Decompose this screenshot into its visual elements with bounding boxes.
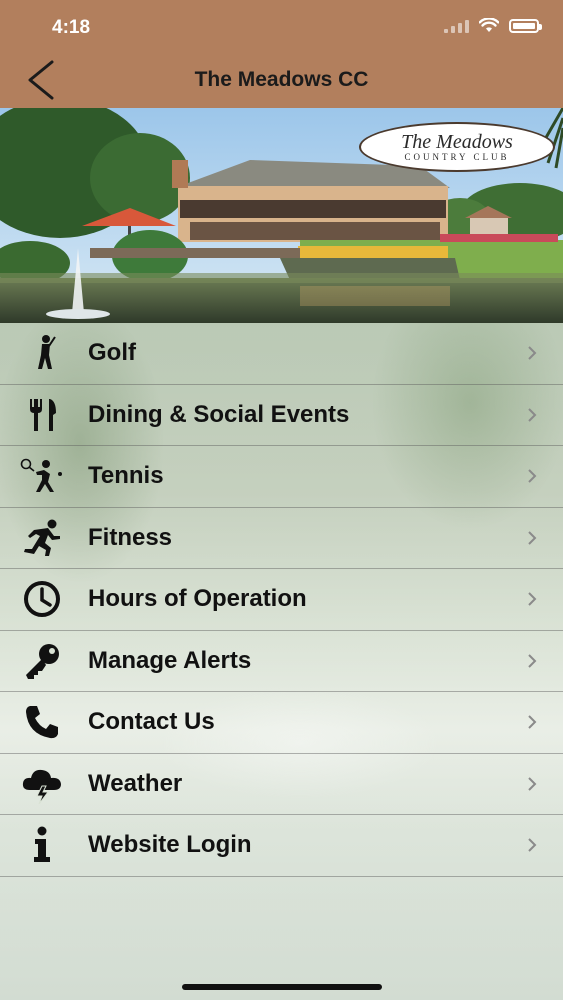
chevron-right-icon [528,654,537,668]
chevron-right-icon [528,838,537,852]
storm-cloud-icon [18,760,66,808]
menu-item-fitness[interactable]: Fitness [0,508,563,569]
wifi-icon [479,18,499,32]
info-icon [18,821,66,869]
clubhouse-photo: The Meadows COUNTRY CLUB [0,108,563,323]
menu-item-label: Golf [88,339,136,367]
menu-item-label: Dining & Social Events [88,400,350,428]
menu-item-hours[interactable]: Hours of Operation [0,569,563,631]
menu-item-website-login[interactable]: Website Login [0,815,563,877]
battery-icon [509,18,542,33]
menu-item-label: Manage Alerts [88,646,252,674]
page-title: The Meadows CC [194,68,369,91]
chevron-right-icon [528,592,537,606]
menu-item-contact[interactable]: Contact Us [0,692,563,754]
menu-item-tennis[interactable]: Tennis [0,446,563,508]
key-icon [18,637,66,685]
menu-item-dining[interactable]: Dining & Social Events [0,385,563,446]
menu-item-label: Fitness [88,523,173,551]
menu-item-golf[interactable]: Golf [0,323,563,385]
chevron-right-icon [528,715,537,729]
chevron-right-icon [528,408,537,422]
club-logo: The Meadows COUNTRY CLUB [359,122,555,172]
chevron-right-icon [528,531,537,545]
menu-item-weather[interactable]: Weather [0,754,563,815]
logo-line1: The Meadows [401,130,513,153]
runner-icon [18,514,66,562]
menu-item-label: Website Login [88,831,252,859]
fork-knife-icon [18,391,66,439]
status-time: 4:18 [52,17,91,38]
golfer-icon [18,329,66,377]
chevron-right-icon [528,469,537,483]
chevron-right-icon [528,346,537,360]
tennis-player-icon [18,452,66,500]
status-icons [444,18,542,33]
home-indicator[interactable] [181,984,382,990]
menu-item-label: Weather [88,769,183,797]
phone-icon [18,698,66,746]
chevron-right-icon [528,777,537,791]
clock-icon [18,575,66,623]
top-bar: 4:18 The Meadows CC [0,0,563,108]
menu-item-label: Contact Us [88,708,215,736]
logo-line2: COUNTRY CLUB [404,151,510,162]
menu-item-alerts[interactable]: Manage Alerts [0,631,563,692]
cellular-signal-icon [444,19,469,33]
menu-item-label: Tennis [88,462,164,490]
main-menu: Golf Dining & Social Events Tennis Fitne… [0,323,563,877]
menu-item-label: Hours of Operation [88,585,307,613]
